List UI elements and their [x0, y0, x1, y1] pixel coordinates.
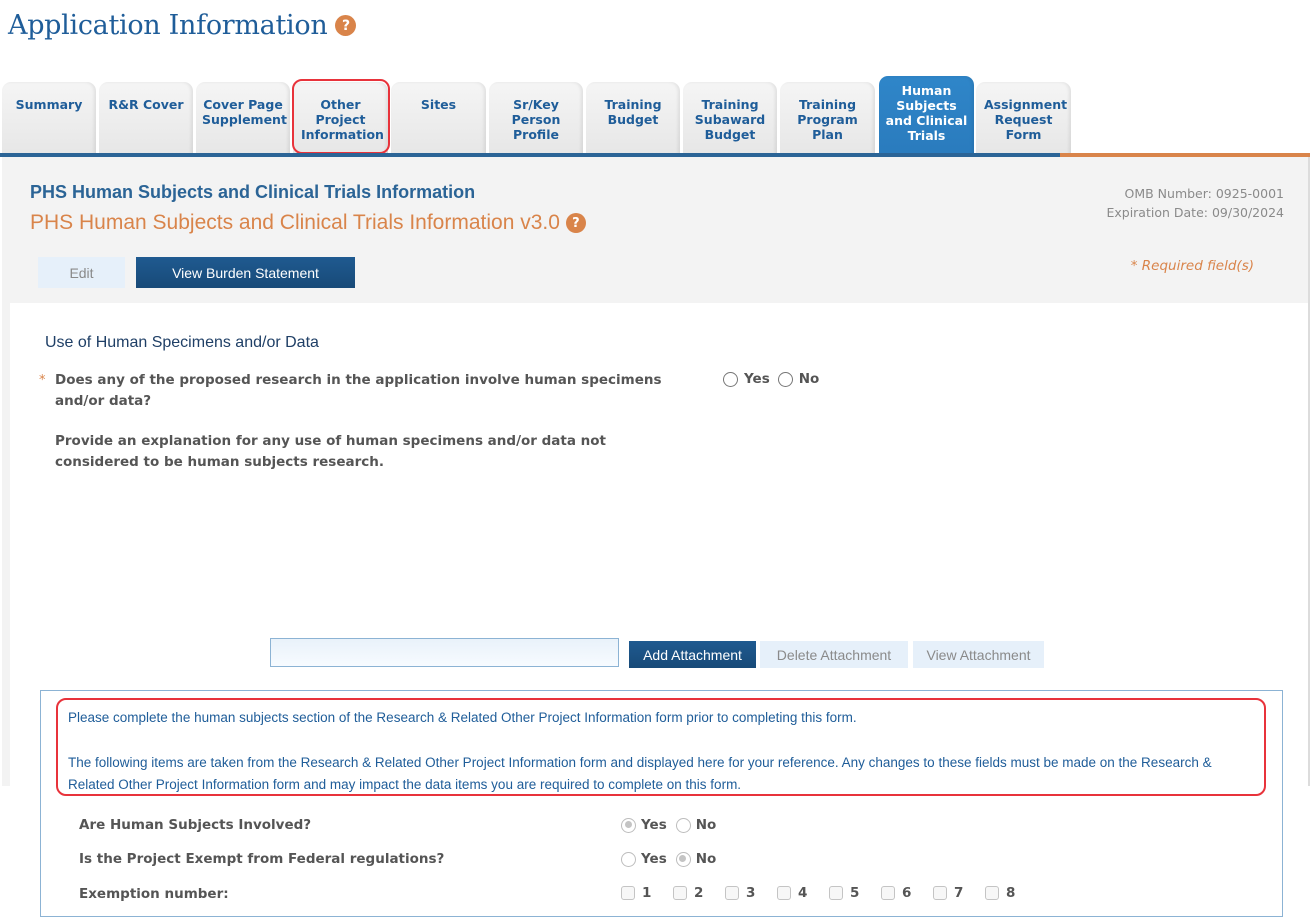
exemption-6: 6	[881, 885, 933, 901]
exemption-2-label: 2	[694, 885, 704, 901]
expiration-date: Expiration Date: 09/30/2024	[1106, 205, 1284, 220]
exemption-checkbox-group: 1 2 3 4 5 6 7 8	[621, 885, 1037, 901]
exemption-7-label: 7	[954, 885, 964, 901]
human-subjects-no-radio	[675, 817, 691, 833]
attachment-filename-input[interactable]	[270, 638, 619, 667]
exemption-3: 3	[725, 885, 777, 901]
specimens-yes-label: Yes	[744, 371, 770, 387]
exemption-4-label: 4	[798, 885, 808, 901]
specimens-yes-radio[interactable]	[723, 371, 738, 387]
tab-sr-key-person-profile[interactable]: Sr/Key Person Profile	[489, 82, 583, 156]
tab-training-subaward-budget[interactable]: Training Subaward Budget	[683, 82, 777, 156]
exempt-radio-group: Yes No	[621, 851, 716, 867]
exempt-yes-label: Yes	[641, 851, 667, 867]
form-tabs: Summary R&R Cover Cover Page Supplement …	[0, 74, 1312, 156]
exemption-7-checkbox	[933, 886, 947, 900]
human-subjects-label: Are Human Subjects Involved?	[79, 817, 312, 833]
form-panel: PHS Human Subjects and Clinical Trials I…	[2, 157, 1310, 917]
tab-sites[interactable]: Sites	[391, 82, 486, 156]
tab-human-subjects-clinical-trials[interactable]: Human Subjects and Clinical Trials	[879, 76, 974, 156]
reference-box: Please complete the human subjects secti…	[40, 690, 1283, 917]
help-icon[interactable]: ?	[565, 213, 586, 233]
exemption-6-label: 6	[902, 885, 912, 901]
exemption-8: 8	[985, 885, 1037, 901]
required-fields-note: * Required field(s)	[1130, 258, 1254, 274]
exemption-3-checkbox	[725, 886, 739, 900]
specimens-no-label: No	[798, 371, 820, 387]
exemption-5: 5	[829, 885, 881, 901]
reference-notice: Please complete the human subjects secti…	[56, 698, 1266, 796]
specimens-radio-group: Yes No	[723, 371, 821, 387]
omb-number: OMB Number: 0925-0001	[1124, 186, 1285, 201]
form-subtitle-text: PHS Human Subjects and Clinical Trials I…	[30, 211, 560, 234]
delete-attachment-button[interactable]: Delete Attachment	[760, 641, 908, 668]
omb-info: OMB Number: 0925-0001 Expiration Date: 0…	[1106, 184, 1284, 222]
exemption-4-checkbox	[777, 886, 791, 900]
required-indicator: *	[39, 373, 46, 388]
human-subjects-radio-group: Yes No	[621, 817, 716, 833]
tab-training-program-plan[interactable]: Training Program Plan	[780, 82, 875, 156]
exemption-1-checkbox	[621, 886, 635, 900]
edit-button[interactable]: Edit	[38, 257, 125, 288]
specimens-no-radio[interactable]	[777, 371, 793, 387]
page-title-text: Application Information	[8, 10, 328, 41]
tab-training-budget[interactable]: Training Budget	[586, 82, 680, 156]
exemption-5-checkbox	[829, 886, 843, 900]
exemption-8-label: 8	[1006, 885, 1016, 901]
tab-assignment-request-form[interactable]: Assignment Request Form	[976, 82, 1071, 156]
view-burden-statement-button[interactable]: View Burden Statement	[136, 257, 355, 288]
exempt-label: Is the Project Exempt from Federal regul…	[79, 851, 445, 867]
exemption-number-label: Exemption number:	[79, 886, 229, 902]
tab-other-project-information[interactable]: Other Project Information	[293, 82, 388, 156]
exempt-yes-radio	[621, 851, 636, 867]
view-attachment-button[interactable]: View Attachment	[913, 641, 1044, 668]
exemption-2-checkbox	[673, 886, 687, 900]
exemption-4: 4	[777, 885, 829, 901]
section-title-specimens: Use of Human Specimens and/or Data	[45, 334, 319, 351]
help-icon[interactable]: ?	[335, 15, 357, 36]
notice-line-2: The following items are taken from the R…	[68, 754, 1212, 793]
human-subjects-no-label: No	[695, 817, 717, 833]
tab-cover-page-supplement[interactable]: Cover Page Supplement	[196, 82, 290, 156]
exemption-1: 1	[621, 885, 673, 901]
exemption-7: 7	[933, 885, 985, 901]
exemption-1-label: 1	[642, 885, 652, 901]
explanation-label: Provide an explanation for any use of hu…	[55, 433, 607, 470]
exemption-6-checkbox	[881, 886, 895, 900]
tab-summary[interactable]: Summary	[2, 82, 96, 156]
exempt-no-radio	[675, 851, 691, 867]
exemption-3-label: 3	[746, 885, 756, 901]
exemption-8-checkbox	[985, 886, 999, 900]
human-subjects-yes-label: Yes	[641, 817, 667, 833]
human-subjects-yes-radio	[621, 817, 636, 833]
form-header-title: PHS Human Subjects and Clinical Trials I…	[30, 182, 476, 202]
exemption-5-label: 5	[850, 885, 860, 901]
form-content: Use of Human Specimens and/or Data * Doe…	[10, 303, 1308, 917]
exempt-no-label: No	[695, 851, 717, 867]
page-title: Application Information ?	[8, 10, 357, 41]
specimens-question: Does any of the proposed research in the…	[55, 372, 662, 409]
exemption-2: 2	[673, 885, 725, 901]
notice-line-1: Please complete the human subjects secti…	[68, 710, 857, 725]
tab-rr-cover[interactable]: R&R Cover	[99, 82, 193, 156]
form-subtitle: PHS Human Subjects and Clinical Trials I…	[30, 211, 586, 235]
add-attachment-button[interactable]: Add Attachment	[629, 641, 756, 668]
